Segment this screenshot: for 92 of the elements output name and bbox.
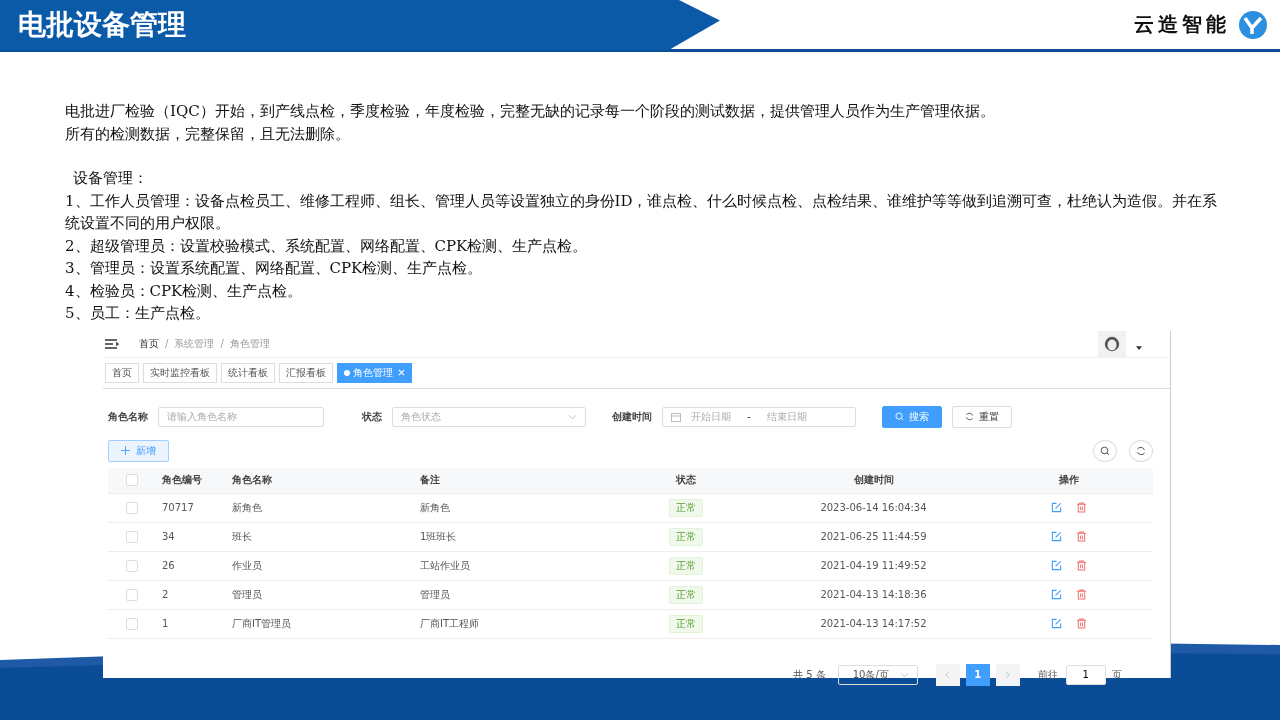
- breadcrumb-link[interactable]: 首页: [139, 336, 159, 351]
- tab[interactable]: 汇报看板: [279, 362, 333, 383]
- search-icon: [895, 412, 904, 421]
- table-cell-text: 新角色: [231, 500, 263, 515]
- table-cell-text: 34: [161, 531, 176, 542]
- status-tag: 正常: [669, 556, 703, 575]
- checkbox[interactable]: [126, 559, 138, 572]
- column-header: 创建时间: [852, 473, 895, 487]
- logo-text: 云造智能: [1134, 11, 1230, 38]
- table-cell-text: 70717: [161, 502, 195, 513]
- table-cell-text: 工站作业员: [419, 558, 471, 573]
- checkbox[interactable]: [126, 588, 138, 601]
- column-header: 角色名称: [231, 473, 273, 487]
- refresh-icon: [965, 412, 974, 421]
- edit-icon[interactable]: [1051, 502, 1062, 513]
- delete-icon[interactable]: [1076, 560, 1087, 571]
- list-item: 2、超级管理员：设置校验模式、系统配置、网络配置、CPK检测、生产点检。: [65, 235, 589, 257]
- date-range-field[interactable]: 开始日期 - 结束日期: [662, 406, 856, 427]
- table-cell-text: 厂商IT管理员: [231, 616, 293, 631]
- table-cell-text: 作业员: [231, 558, 263, 573]
- next-page-button[interactable]: [995, 663, 1020, 686]
- intro-text: 电批进厂检验（IQC）开始，到产线点检，季度检验，年度检验，完整无缺的记录每一个阶段的测试数据，提供管理人员作为生产管理依据。: [65, 101, 996, 122]
- column-header: 角色编号: [161, 473, 203, 487]
- table-cell-text: 新角色: [419, 500, 451, 515]
- goto-page-field[interactable]: 1: [1065, 664, 1106, 685]
- edit-icon[interactable]: [1051, 560, 1062, 571]
- status-tag: 正常: [669, 614, 703, 633]
- edit-icon[interactable]: [1051, 589, 1062, 600]
- tab[interactable]: 首页: [105, 362, 139, 383]
- field-label: 创建时间: [612, 409, 652, 424]
- status-tag: 正常: [669, 498, 703, 517]
- edit-icon[interactable]: [1051, 531, 1062, 542]
- table-cell-text: 2: [161, 589, 170, 600]
- checkbox[interactable]: [126, 474, 138, 486]
- reset-button[interactable]: 重置: [952, 405, 1012, 428]
- calendar-icon: [671, 411, 681, 422]
- status-tag: 正常: [669, 527, 703, 546]
- chevron-right-icon: [1005, 670, 1011, 679]
- list-item: 4、检验员：CPK检测、生产点检。: [65, 280, 304, 302]
- table-cell-text: 管理员: [231, 587, 263, 602]
- slide-title: 电批设备管理: [18, 6, 186, 43]
- table-cell-text: 2021-06-25 11:44:59: [819, 531, 928, 542]
- search-icon[interactable]: [1093, 439, 1117, 462]
- page-size-dropdown[interactable]: 10条/页: [837, 664, 918, 685]
- breadcrumb-separator: /: [220, 338, 224, 349]
- list-item: 1、工作人员管理：设备点检员工、维修工程师、组长、管理人员等设置独立的身份ID，谁点检、什么时候点检、点检结果、谁维护等等做到追溯可查，杜绝认为造假。并在系统设置不同的用户权限。: [65, 190, 1219, 234]
- checkbox[interactable]: [126, 530, 138, 543]
- field-label: 状态: [362, 409, 382, 424]
- table-cell-text: 2021-04-13 14:18:36: [819, 589, 928, 600]
- column-header: 操作: [1058, 473, 1080, 487]
- goto-label: 前往: [1037, 667, 1058, 682]
- role-name-field[interactable]: 请输入角色名称: [158, 406, 324, 427]
- breadcrumb-separator: /: [165, 338, 169, 349]
- chevron-down-icon: [899, 671, 909, 678]
- intro-text: 所有的检测数据，完整保留，且无法删除。: [65, 123, 351, 145]
- column-header: 状态: [674, 473, 697, 487]
- table-cell-text: 厂商IT工程师: [419, 616, 481, 631]
- delete-icon[interactable]: [1076, 589, 1087, 600]
- list-item: 5、员工：生产点检。: [65, 303, 211, 324]
- table-cell-text: 1: [161, 618, 170, 629]
- delete-icon[interactable]: [1076, 502, 1087, 513]
- section-title: 设备管理：: [72, 168, 149, 189]
- table-cell-text: 班长: [231, 529, 253, 544]
- status-tag: 正常: [669, 585, 703, 604]
- list-item: 3、管理员：设置系统配置、网络配置、CPK检测、生产点检。: [65, 258, 484, 279]
- edit-icon[interactable]: [1051, 618, 1062, 629]
- menu-icon[interactable]: [105, 338, 119, 349]
- logo-icon: [1238, 9, 1268, 40]
- table-cell-text: 2021-04-13 14:17:52: [819, 618, 928, 629]
- checkbox[interactable]: [126, 501, 138, 514]
- close-icon[interactable]: [398, 369, 405, 376]
- tab[interactable]: 统计看板: [221, 362, 275, 383]
- tab[interactable]: 实时监控看板: [143, 362, 217, 383]
- field-label: 角色名称: [108, 409, 148, 424]
- table-cell-text: 2023-06-14 16:04:34: [819, 502, 928, 513]
- delete-icon[interactable]: [1076, 618, 1087, 629]
- avatar-icon[interactable]: [1098, 330, 1126, 357]
- table-cell-text: 26: [161, 560, 176, 571]
- total-count: 共 5 条: [793, 667, 826, 682]
- checkbox[interactable]: [126, 617, 138, 630]
- caret-icon[interactable]: [1136, 345, 1142, 350]
- page-unit: 页: [1111, 667, 1122, 682]
- plus-icon: [121, 446, 130, 455]
- table-cell-text: 管理员: [419, 587, 451, 602]
- chevron-down-icon: [568, 413, 577, 420]
- column-header: 备注: [419, 473, 441, 487]
- prev-page-button[interactable]: [935, 663, 960, 686]
- table-cell-text: 2021-04-19 11:49:52: [819, 560, 928, 571]
- refresh-icon[interactable]: [1129, 439, 1153, 462]
- delete-icon[interactable]: [1076, 531, 1087, 542]
- table-cell-text: 1班班长: [419, 529, 458, 544]
- chevron-left-icon: [945, 670, 951, 679]
